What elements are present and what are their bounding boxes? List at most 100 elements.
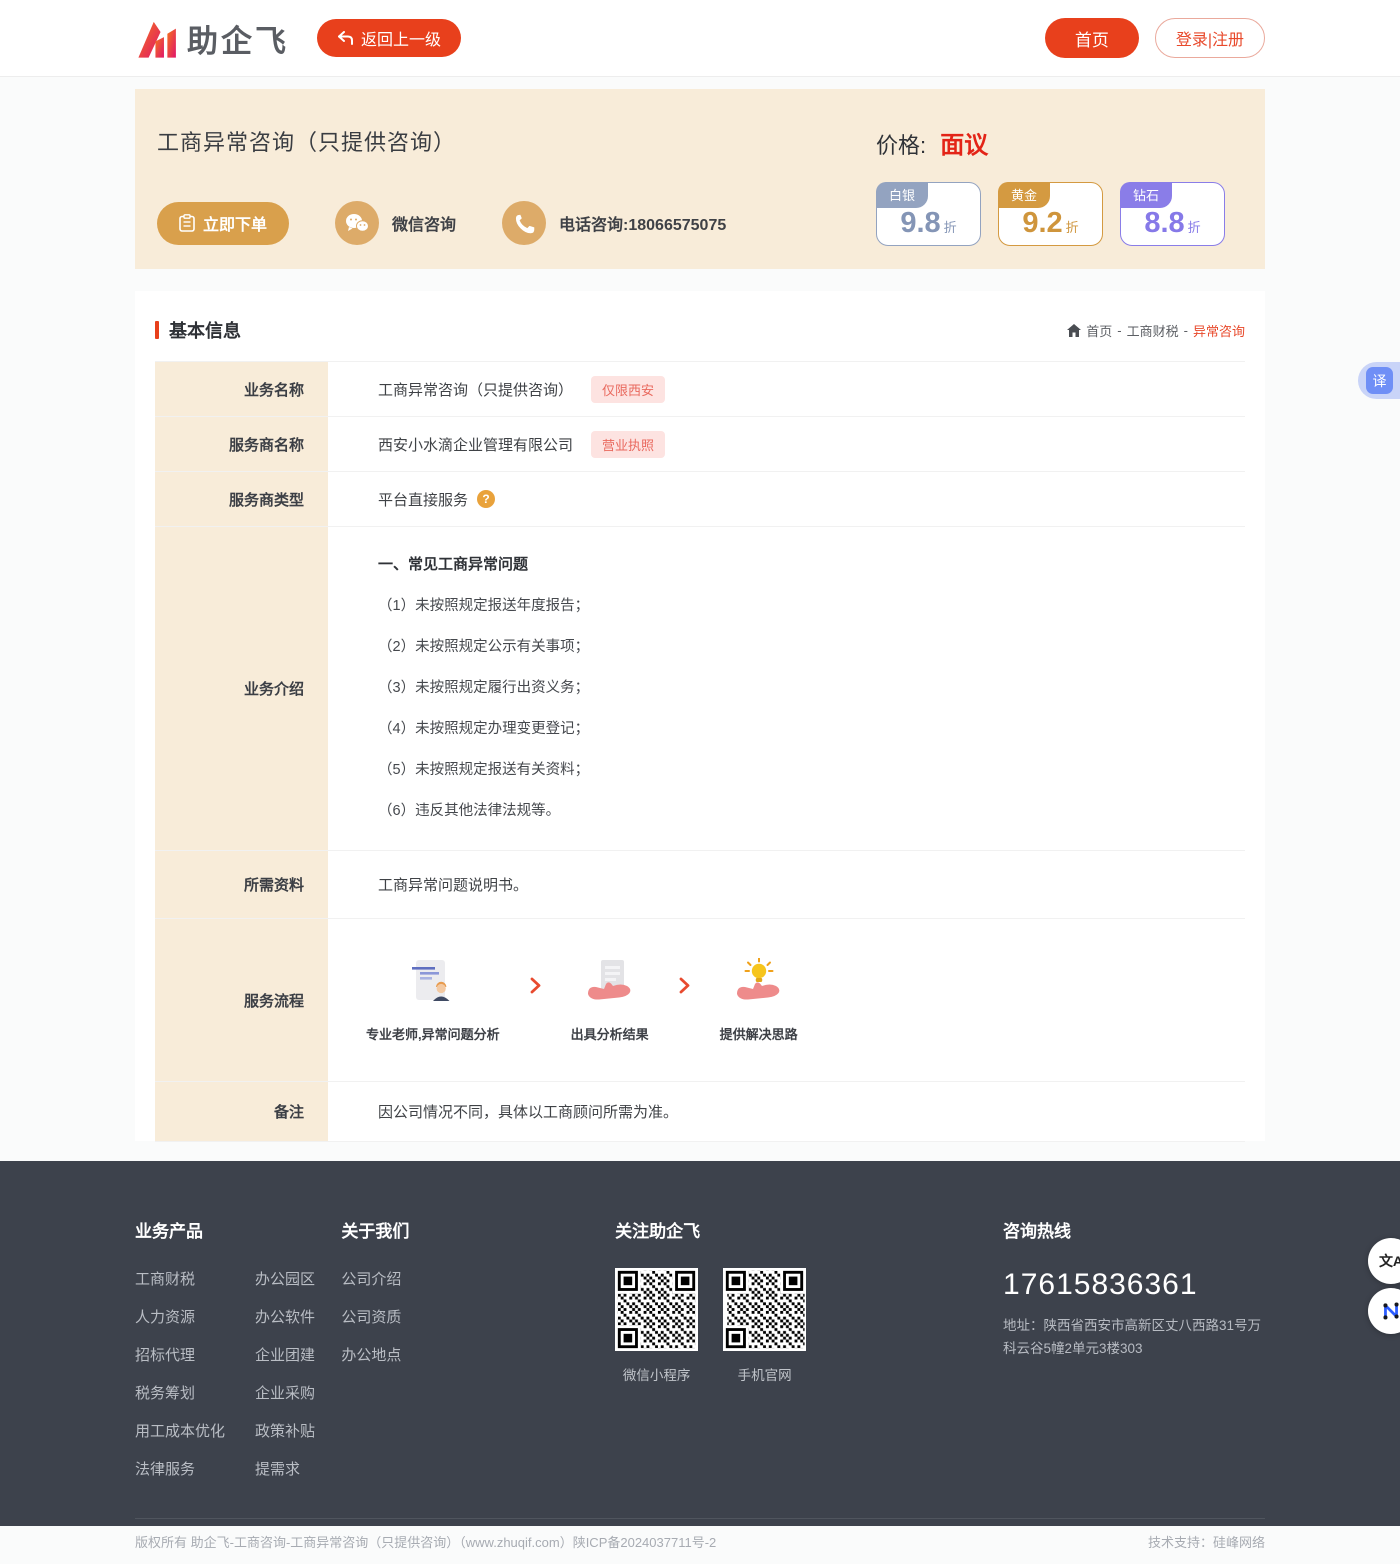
flow-step-label: 提供解决思路 xyxy=(720,1024,798,1043)
footer-column-title: 关注助企飞 xyxy=(615,1217,1003,1242)
translate-glyph-icon: 文A xyxy=(1379,1251,1400,1271)
top-header: 助企飞 返回上一级 首页 登录|注册 xyxy=(0,0,1400,77)
footer-link[interactable]: 公司介绍 xyxy=(341,1268,615,1289)
document-person-icon xyxy=(408,958,458,1006)
row-label: 所需资料 xyxy=(155,851,328,918)
login-register-button[interactable]: 登录|注册 xyxy=(1155,18,1265,58)
logo-rocket-icon xyxy=(135,15,181,61)
row-business-name: 业务名称 工商异常咨询（只提供咨询） 仅限西安 xyxy=(155,362,1245,417)
tier-badge-diamond: 钻石 xyxy=(1120,182,1172,208)
footer-link[interactable]: 提需求 xyxy=(255,1458,315,1479)
footer-follow-column: 关注助企飞 微信小程序 xyxy=(615,1217,1003,1496)
site-logo[interactable]: 助企飞 xyxy=(135,15,289,61)
footer-link[interactable]: 用工成本优化 xyxy=(135,1420,237,1441)
wechat-consult-label: 微信咨询 xyxy=(392,211,456,235)
footer-hotline-column: 咨询热线 17615836361 地址：陕西省西安市高新区丈八西路31号万科云谷… xyxy=(1003,1217,1265,1496)
intro-item: （2）未按照规定公示有关事项； xyxy=(378,635,1245,656)
intro-item: （5）未按照规定报送有关资料； xyxy=(378,758,1245,779)
row-provider-type: 服务商类型 平台直接服务 ? xyxy=(155,472,1245,527)
footer-column-title: 咨询热线 xyxy=(1003,1217,1265,1242)
qr-code-image xyxy=(723,1268,806,1351)
copyright-text: 版权所有 助企飞-工商咨询-工商异常咨询（只提供咨询）（www.zhuqif.c… xyxy=(135,1532,716,1551)
section-title-text: 基本信息 xyxy=(169,317,241,343)
order-now-button[interactable]: 立即下单 xyxy=(157,202,289,245)
intro-item: （4）未按照规定办理变更登记； xyxy=(378,717,1245,738)
footer-link[interactable]: 法律服务 xyxy=(135,1458,237,1479)
clipboard-icon xyxy=(179,214,195,232)
footer-link[interactable]: 税务筹划 xyxy=(135,1382,237,1403)
qr-code-image xyxy=(615,1268,698,1351)
translate-icon: 译 xyxy=(1366,367,1393,394)
footer-link[interactable]: 企业团建 xyxy=(255,1344,315,1365)
tier-value-diamond: 8.8 xyxy=(1144,207,1184,239)
network-graph-icon xyxy=(1379,1299,1400,1323)
info-table: 业务名称 工商异常咨询（只提供咨询） 仅限西安 服务商名称 西安小水滴企业管理有… xyxy=(155,361,1245,1142)
hand-lightbulb-icon xyxy=(734,958,784,1006)
home-button[interactable]: 首页 xyxy=(1045,18,1139,58)
home-icon xyxy=(1067,324,1081,337)
row-provider-name: 服务商名称 西安小水滴企业管理有限公司 营业执照 xyxy=(155,417,1245,472)
breadcrumb-category[interactable]: 工商财税 xyxy=(1127,321,1179,340)
phone-icon xyxy=(502,201,546,245)
wechat-consult-button[interactable]: 微信咨询 xyxy=(335,201,456,245)
intro-item: （3）未按照规定履行出资义务； xyxy=(378,676,1245,697)
help-icon[interactable]: ? xyxy=(477,490,495,508)
tier-badge-silver: 白银 xyxy=(876,182,928,208)
qr-mobile-site: 手机官网 xyxy=(723,1268,806,1384)
footer-link[interactable]: 办公地点 xyxy=(341,1344,615,1365)
translate-float-button[interactable]: 译 xyxy=(1358,362,1400,399)
logo-text: 助企飞 xyxy=(187,16,289,61)
intro-heading: 一、常见工商异常问题 xyxy=(378,553,1245,574)
product-title: 工商异常咨询（只提供咨询） xyxy=(157,125,726,157)
breadcrumb-current: 异常咨询 xyxy=(1193,321,1245,340)
tier-value-gold: 9.2 xyxy=(1022,207,1062,239)
product-banner: 工商异常咨询（只提供咨询） 立即下单 xyxy=(135,89,1265,269)
order-now-label: 立即下单 xyxy=(203,211,267,235)
tier-card-gold: 黄金 9.2 折 xyxy=(998,182,1103,246)
footer-link[interactable]: 企业采购 xyxy=(255,1382,315,1403)
wechat-icon xyxy=(335,201,379,245)
footer-link[interactable]: 公司资质 xyxy=(341,1306,615,1327)
qr-wechat-mini-program: 微信小程序 xyxy=(615,1268,698,1384)
footer-about-column: 关于我们 公司介绍 公司资质 办公地点 xyxy=(341,1217,615,1496)
flow-step-result: 出具分析结果 xyxy=(571,958,649,1043)
breadcrumb-separator: - xyxy=(1184,323,1188,338)
page-footer: 业务产品 工商财税 人力资源 招标代理 税务筹划 用工成本优化 法律服务 办公园… xyxy=(0,1161,1400,1526)
footer-link[interactable]: 政策补贴 xyxy=(255,1420,315,1441)
intro-item: （1）未按照规定报送年度报告； xyxy=(378,594,1245,615)
required-docs-value: 工商异常问题说明书。 xyxy=(378,874,528,895)
row-remark: 备注 因公司情况不同，具体以工商顾问所需为准。 xyxy=(155,1082,1245,1142)
tier-unit-silver: 折 xyxy=(944,220,957,235)
tier-unit-gold: 折 xyxy=(1066,220,1079,235)
tech-support-text: 技术支持：硅峰网络 xyxy=(1148,1532,1265,1551)
row-label: 服务流程 xyxy=(155,919,328,1081)
footer-link[interactable]: 工商财税 xyxy=(135,1268,237,1289)
price-line: 价格: 面议 xyxy=(876,125,1225,160)
arrow-right-icon xyxy=(530,977,541,994)
qr-label: 手机官网 xyxy=(723,1364,806,1384)
copyright-bar: 版权所有 助企飞-工商咨询-工商异常咨询（只提供咨询）（www.zhuqif.c… xyxy=(135,1518,1265,1564)
title-accent-bar xyxy=(155,321,159,339)
breadcrumb-separator: - xyxy=(1117,323,1121,338)
back-button[interactable]: 返回上一级 xyxy=(317,19,461,57)
footer-products-column: 业务产品 工商财税 人力资源 招标代理 税务筹划 用工成本优化 法律服务 办公园… xyxy=(135,1217,341,1496)
flow-step-analysis: 专业老师,异常问题分析 xyxy=(366,958,500,1043)
footer-link[interactable]: 办公园区 xyxy=(255,1268,315,1289)
footer-link[interactable]: 人力资源 xyxy=(135,1306,237,1327)
phone-consult-button[interactable]: 电话咨询:18066575075 xyxy=(502,201,726,245)
basic-info-card: 基本信息 首页 - 工商财税 - 异常咨询 业务名称 工商异常咨询（只提供咨询）… xyxy=(135,291,1265,1141)
footer-link[interactable]: 招标代理 xyxy=(135,1344,237,1365)
row-label: 备注 xyxy=(155,1082,328,1141)
phone-consult-label: 电话咨询:18066575075 xyxy=(559,211,726,235)
back-arrow-icon xyxy=(337,31,354,46)
footer-link[interactable]: 办公软件 xyxy=(255,1306,315,1327)
tier-unit-diamond: 折 xyxy=(1188,220,1201,235)
breadcrumb-home[interactable]: 首页 xyxy=(1086,321,1112,340)
footer-column-title: 关于我们 xyxy=(341,1217,615,1242)
tier-badge-gold: 黄金 xyxy=(998,182,1050,208)
tier-card-diamond: 钻石 8.8 折 xyxy=(1120,182,1225,246)
tier-value-silver: 9.8 xyxy=(900,207,940,239)
license-badge[interactable]: 营业执照 xyxy=(591,431,665,458)
breadcrumb: 首页 - 工商财税 - 异常咨询 xyxy=(1067,321,1245,340)
row-business-intro: 业务介绍 一、常见工商异常问题 （1）未按照规定报送年度报告； （2）未按照规定… xyxy=(155,527,1245,851)
